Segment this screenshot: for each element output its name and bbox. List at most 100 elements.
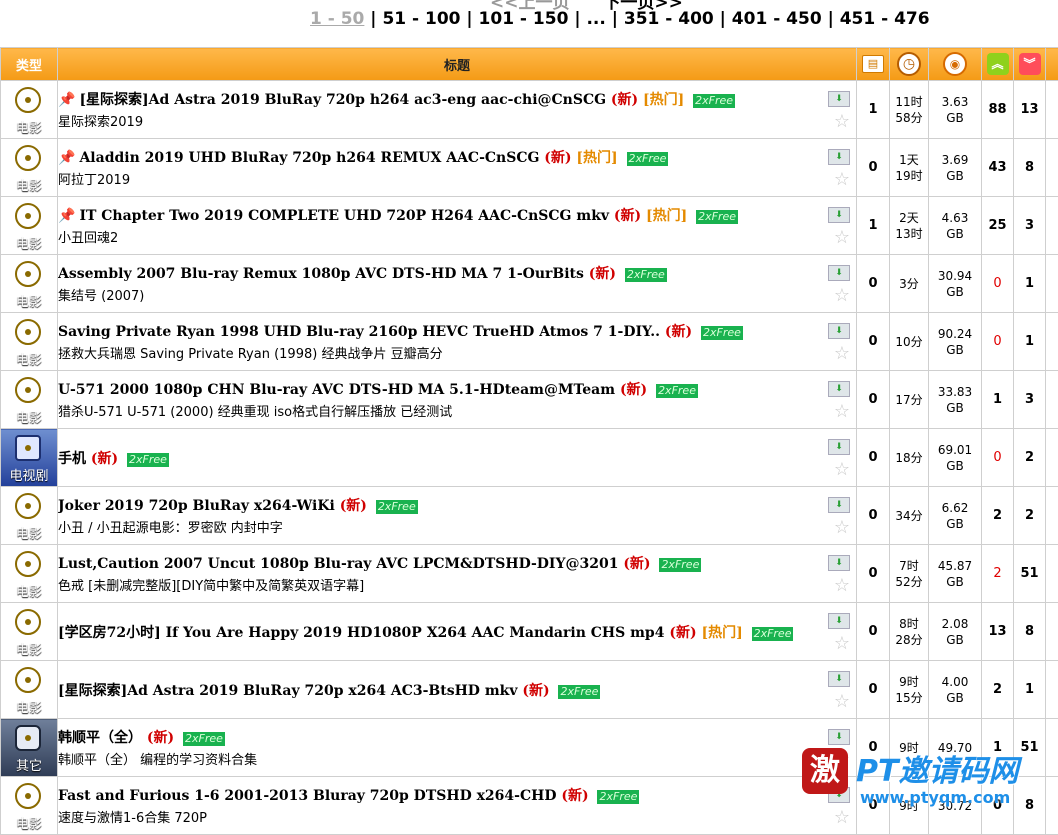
leechers-count[interactable]: 1	[1014, 661, 1046, 719]
leechers-count[interactable]: 1	[1014, 313, 1046, 371]
torrent-title-link[interactable]: Fast and Furious 1-6 2001-2013 Bluray 72…	[58, 788, 556, 804]
download-icon[interactable]: ⬇	[828, 555, 850, 571]
column-size[interactable]: ◉	[929, 48, 982, 81]
category-cell[interactable]: 电视剧	[1, 429, 58, 487]
leechers-count[interactable]: 2	[1014, 429, 1046, 487]
title-cell: Lust,Caution 2007 Uncut 1080p Blu-ray AV…	[58, 545, 857, 603]
leechers-count[interactable]: 3	[1014, 197, 1046, 255]
download-icon[interactable]: ⬇	[828, 671, 850, 687]
seeders-count[interactable]: 0	[982, 255, 1014, 313]
comments-count[interactable]: 0	[857, 429, 890, 487]
leechers-count[interactable]: 13	[1014, 81, 1046, 139]
seeders-count[interactable]: 13	[982, 603, 1014, 661]
page-link[interactable]: 451 - 476	[840, 9, 930, 29]
page-link[interactable]: 401 - 450	[732, 9, 822, 29]
bookmark-star-icon[interactable]: ☆	[834, 461, 850, 479]
leechers-count[interactable]: 8	[1014, 139, 1046, 197]
category-cell[interactable]: 其它	[1, 719, 58, 777]
column-time[interactable]: ◷	[890, 48, 929, 81]
category-cell[interactable]: 电影	[1, 777, 58, 835]
comments-count[interactable]: 1	[857, 81, 890, 139]
comments-count[interactable]: 0	[857, 545, 890, 603]
download-icon[interactable]: ⬇	[828, 265, 850, 281]
torrent-title-link[interactable]: Assembly 2007 Blu-ray Remux 1080p AVC DT…	[58, 266, 584, 282]
seeders-count[interactable]: 2	[982, 487, 1014, 545]
column-seeders[interactable]: ︽	[982, 48, 1014, 81]
torrent-title-link[interactable]: Joker 2019 720p BluRay x264-WiKi	[58, 498, 335, 514]
download-icon[interactable]: ⬇	[828, 323, 850, 339]
torrent-title-link[interactable]: U-571 2000 1080p CHN Blu-ray AVC DTS-HD …	[58, 382, 615, 398]
column-leechers[interactable]: ︾	[1014, 48, 1046, 81]
page-link[interactable]: 51 - 100	[382, 9, 460, 29]
torrent-title-link[interactable]: 韩顺平（全）	[58, 730, 142, 746]
category-cell[interactable]: 电影	[1, 313, 58, 371]
leechers-count[interactable]: 1	[1014, 255, 1046, 313]
seeders-count[interactable]: 2	[982, 545, 1014, 603]
bookmark-star-icon[interactable]: ☆	[834, 287, 850, 305]
category-cell[interactable]: 电影	[1, 81, 58, 139]
bookmark-star-icon[interactable]: ☆	[834, 113, 850, 131]
title-cell: [学区房72小时] If You Are Happy 2019 HD1080P …	[58, 603, 857, 661]
time-cell: 18分	[890, 429, 929, 487]
torrent-title-link[interactable]: [学区房72小时] If You Are Happy 2019 HD1080P …	[58, 625, 664, 641]
comments-count[interactable]: 0	[857, 313, 890, 371]
bookmark-star-icon[interactable]: ☆	[834, 171, 850, 189]
download-icon[interactable]: ⬇	[828, 149, 850, 165]
torrent-title-link[interactable]: [星际探索]Ad Astra 2019 BluRay 720p h264 ac3…	[79, 92, 606, 108]
comments-count[interactable]: 1	[857, 197, 890, 255]
bookmark-star-icon[interactable]: ☆	[834, 519, 850, 537]
category-cell[interactable]: 电影	[1, 255, 58, 313]
download-icon[interactable]: ⬇	[828, 207, 850, 223]
seeders-count[interactable]: 2	[982, 661, 1014, 719]
seeders-count[interactable]: 88	[982, 81, 1014, 139]
comments-count[interactable]: 0	[857, 371, 890, 429]
category-cell[interactable]: 电影	[1, 487, 58, 545]
download-icon[interactable]: ⬇	[828, 91, 850, 107]
size-unit: GB	[946, 285, 964, 299]
torrent-title-link[interactable]: Lust,Caution 2007 Uncut 1080p Blu-ray AV…	[58, 556, 618, 572]
leechers-count[interactable]: 51	[1014, 545, 1046, 603]
bookmark-star-icon[interactable]: ☆	[834, 403, 850, 421]
seeders-count[interactable]: 0	[982, 313, 1014, 371]
comments-count[interactable]: 0	[857, 487, 890, 545]
comments-count[interactable]: 0	[857, 255, 890, 313]
bookmark-star-icon[interactable]: ☆	[834, 635, 850, 653]
leechers-count[interactable]: 2	[1014, 487, 1046, 545]
page-link[interactable]: 351 - 400	[624, 9, 714, 29]
comments-count[interactable]: 0	[857, 139, 890, 197]
category-cell[interactable]: 电影	[1, 661, 58, 719]
bookmark-star-icon[interactable]: ☆	[834, 693, 850, 711]
seeders-count[interactable]: 0	[982, 429, 1014, 487]
bookmark-star-icon[interactable]: ☆	[834, 345, 850, 363]
column-title[interactable]: 标题	[58, 48, 857, 81]
seeders-count[interactable]: 1	[982, 371, 1014, 429]
category-cell[interactable]: 电影	[1, 197, 58, 255]
category-cell[interactable]: 电影	[1, 603, 58, 661]
category-cell[interactable]: 电影	[1, 371, 58, 429]
torrent-title-link[interactable]: Saving Private Ryan 1998 UHD Blu-ray 216…	[58, 324, 660, 340]
category-cell[interactable]: 电影	[1, 545, 58, 603]
torrent-title-link[interactable]: IT Chapter Two 2019 COMPLETE UHD 720P H2…	[79, 208, 609, 224]
category-cell[interactable]: 电影	[1, 139, 58, 197]
bookmark-star-icon[interactable]: ☆	[834, 577, 850, 595]
column-extra	[1046, 48, 1058, 81]
download-icon[interactable]: ⬇	[828, 381, 850, 397]
bookmark-star-icon[interactable]: ☆	[834, 229, 850, 247]
torrent-title-link[interactable]: [星际探索]Ad Astra 2019 BluRay 720p x264 AC3…	[58, 683, 517, 699]
comments-count[interactable]: 0	[857, 603, 890, 661]
leechers-count[interactable]: 3	[1014, 371, 1046, 429]
leechers-count[interactable]: 8	[1014, 603, 1046, 661]
comments-count[interactable]: 0	[857, 661, 890, 719]
seeders-count[interactable]: 25	[982, 197, 1014, 255]
download-icon[interactable]: ⬇	[828, 497, 850, 513]
time-primary: 2天	[899, 211, 919, 225]
download-icon[interactable]: ⬇	[828, 439, 850, 455]
page-link[interactable]: 101 - 150	[479, 9, 569, 29]
category-icon	[15, 493, 41, 519]
download-icon[interactable]: ⬇	[828, 613, 850, 629]
seeders-count[interactable]: 43	[982, 139, 1014, 197]
torrent-title-link[interactable]: 手机	[58, 451, 86, 467]
column-type[interactable]: 类型	[1, 48, 58, 81]
torrent-title-link[interactable]: Aladdin 2019 UHD BluRay 720p h264 REMUX …	[79, 150, 539, 166]
column-comments[interactable]: ▤	[857, 48, 890, 81]
